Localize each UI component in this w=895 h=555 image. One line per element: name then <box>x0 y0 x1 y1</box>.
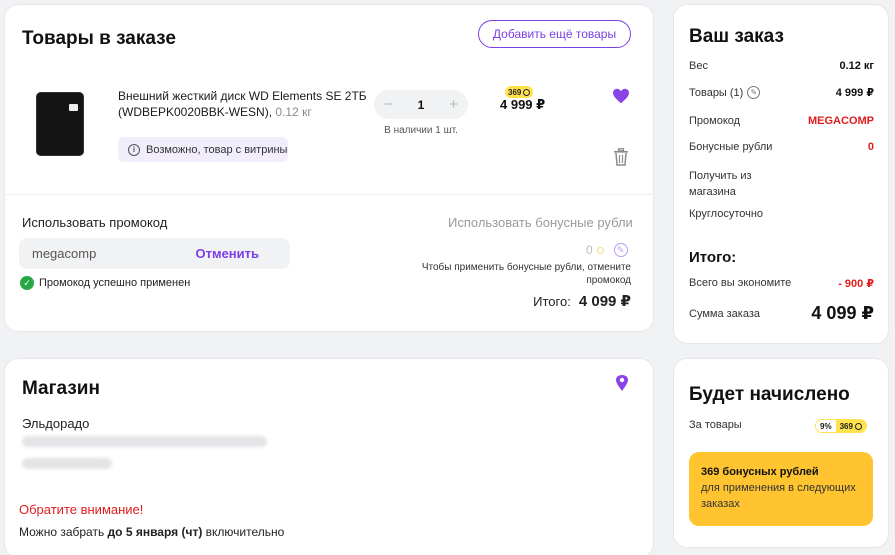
promo-cancel-button[interactable]: Отменить <box>195 246 259 261</box>
accrual-box-title: 369 бонусных рублей <box>701 466 819 478</box>
shop-name: Эльдорадо <box>22 416 90 431</box>
location-pin-icon[interactable] <box>615 374 629 392</box>
goods-divider <box>4 194 654 195</box>
coin-icon <box>596 246 604 254</box>
order-bonus-value: 0 <box>867 141 874 153</box>
quantity-value: 1 <box>417 97 425 112</box>
promo-success: ✓ Промокод успешно применен <box>20 276 190 290</box>
info-icon: i <box>128 143 140 156</box>
order-bonus-label: Бонусные рубли <box>689 141 773 153</box>
accrual-percent: 9% <box>816 420 836 432</box>
order-promo-row: Промокод MEGACOMP <box>689 115 874 127</box>
order-bonus-row: Бонусные рубли 0 <box>689 141 874 153</box>
edit-bonus-icon[interactable]: ✎ <box>613 243 628 257</box>
bonus-rubles-value: 0 <box>586 243 593 257</box>
order-goods-row: Товары (1) ✎ 4 999 ₽ <box>689 86 874 99</box>
pickup-suffix: включительно <box>202 525 285 539</box>
accrual-points: 369 <box>839 421 853 431</box>
item-price: 4 999 ₽ <box>500 97 546 112</box>
order-goods-value: 4 999 ₽ <box>835 87 874 99</box>
check-icon: ✓ <box>20 276 34 290</box>
order-delivery-value: Круглосуточно <box>689 208 764 220</box>
product-image[interactable] <box>36 92 84 156</box>
order-total-title: Итого: <box>689 249 737 266</box>
accrual-goods-label: За товары <box>689 419 742 431</box>
goods-total: Итого: 4 099 ₽ <box>460 292 631 310</box>
promo-field[interactable]: megacomp Отменить <box>19 238 290 269</box>
accrual-title: Будет начислено <box>689 384 850 405</box>
decrease-button[interactable]: − <box>384 96 393 113</box>
promo-success-text: Промокод успешно применен <box>39 277 191 289</box>
order-weight-label: Вес <box>689 60 708 72</box>
coin-icon <box>854 422 862 430</box>
shop-hours-blurred <box>22 458 112 469</box>
increase-button[interactable]: + <box>449 96 458 113</box>
order-weight-row: Вес 0.12 кг <box>689 60 874 72</box>
coin-icon <box>523 88 531 96</box>
item-bonus-value: 369 <box>508 87 522 97</box>
order-goods-label: Товары (1) <box>689 86 744 99</box>
accrual-info-box: 369 бонусных рублей для применения в сле… <box>689 452 873 526</box>
warning-text: Обратите внимание! <box>19 502 144 517</box>
bonus-hint: Чтобы применить бонусные рубли, отмените… <box>421 262 631 286</box>
order-delivery-text: Получить из магазина <box>689 170 752 198</box>
order-weight-value: 0.12 кг <box>839 60 874 72</box>
goods-total-value: 4 099 ₽ <box>578 293 631 310</box>
favorite-heart-icon[interactable] <box>612 88 630 104</box>
stock-text: В наличии 1 шт. <box>384 125 458 136</box>
bonus-rubles-label: Использовать бонусные рубли <box>448 215 633 230</box>
promo-value: megacomp <box>32 246 97 261</box>
pickup-prefix: Можно забрать <box>19 525 108 539</box>
edit-goods-icon[interactable]: ✎ <box>747 86 761 99</box>
goods-title: Товары в заказе <box>22 28 176 49</box>
accrual-box-text: для применения в следующих заказах <box>701 482 856 510</box>
order-sum-row: Сумма заказа 4 099 ₽ <box>689 303 874 324</box>
order-save-row: Всего вы экономите - 900 ₽ <box>689 277 874 290</box>
order-title: Ваш заказ <box>689 26 784 47</box>
product-name[interactable]: Внешний жесткий диск WD Elements SE 2ТБ … <box>118 88 368 120</box>
pickup-text: Можно забрать до 5 января (чт) включител… <box>19 525 284 539</box>
accrual-badge: 9% 369 <box>815 419 867 433</box>
goods-total-label: Итого: <box>533 294 571 309</box>
vitrine-note: i Возможно, товар с витрины <box>118 137 288 162</box>
add-more-button[interactable]: Добавить ещё товары <box>478 20 631 48</box>
shop-address-blurred <box>22 436 267 447</box>
promo-label: Использовать промокод <box>22 215 168 230</box>
quantity-stepper: − 1 + <box>374 90 468 119</box>
product-weight: 0.12 кг <box>272 105 312 119</box>
accrual-points-chip: 369 <box>835 420 866 432</box>
product-name-text: Внешний жесткий диск WD Elements SE 2ТБ … <box>118 89 367 119</box>
shop-title: Магазин <box>22 378 100 399</box>
order-sum-value: 4 099 ₽ <box>811 303 874 323</box>
order-save-value: - 900 ₽ <box>838 278 874 290</box>
delete-trash-icon[interactable] <box>613 148 629 166</box>
order-sum-label: Сумма заказа <box>689 307 760 320</box>
bonus-rubles-field: 0 ✎ <box>586 243 628 257</box>
order-promo-value: MEGACOMP <box>808 115 874 127</box>
order-promo-label: Промокод <box>689 115 741 127</box>
order-delivery-label: Получить из магазина <box>689 168 769 200</box>
pickup-date: до 5 января (чт) <box>107 525 203 539</box>
order-save-label: Всего вы экономите <box>689 277 792 289</box>
order-delivery-value-row: Круглосуточно <box>689 208 874 220</box>
vitrine-note-text: Возможно, товар с витрины <box>146 143 288 156</box>
